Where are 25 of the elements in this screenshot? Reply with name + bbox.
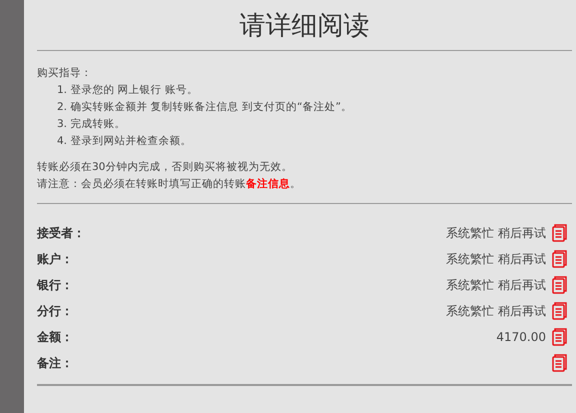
notice-text: 转账必须在30分钟内完成，否则购买将被视为无效。 bbox=[37, 160, 294, 175]
field-value: 系统繁忙 稍后再试 bbox=[446, 302, 546, 320]
field-label: 银行： bbox=[37, 276, 74, 294]
copy-icon[interactable] bbox=[552, 276, 568, 294]
copy-icon[interactable] bbox=[552, 224, 568, 242]
field-value: 4170.00 bbox=[496, 330, 546, 344]
field-label: 备注： bbox=[37, 354, 74, 372]
guide-step: 2. 确实转账金额并 复制转账备注信息 到支付页的“备注处”。 bbox=[57, 99, 572, 116]
field-value: 系统繁忙 稍后再试 bbox=[446, 224, 546, 242]
copy-icon[interactable] bbox=[552, 250, 568, 268]
copy-icon[interactable] bbox=[552, 354, 568, 372]
page-title: 请详细阅读 bbox=[37, 0, 572, 51]
guide-step: 1. 登录您的 网上银行 账号。 bbox=[57, 82, 572, 99]
guide-step: 3. 完成转账。 bbox=[57, 116, 572, 133]
field-label: 接受者： bbox=[37, 224, 86, 242]
field-label: 分行： bbox=[37, 302, 74, 320]
guide-heading: 购买指导： bbox=[37, 66, 93, 81]
field-label: 账户： bbox=[37, 250, 74, 268]
field-label: 金额： bbox=[37, 328, 74, 346]
copy-icon[interactable] bbox=[552, 302, 568, 320]
field-value: 系统繁忙 稍后再试 bbox=[446, 276, 546, 294]
guide-step: 4. 登录到网站并检查余额。 bbox=[57, 133, 572, 150]
field-value: 系统繁忙 稍后再试 bbox=[446, 250, 546, 268]
notice-text: 请注意：会员必须在转账时填写正确的转账备注信息。 bbox=[37, 176, 302, 192]
copy-icon[interactable] bbox=[552, 328, 568, 346]
